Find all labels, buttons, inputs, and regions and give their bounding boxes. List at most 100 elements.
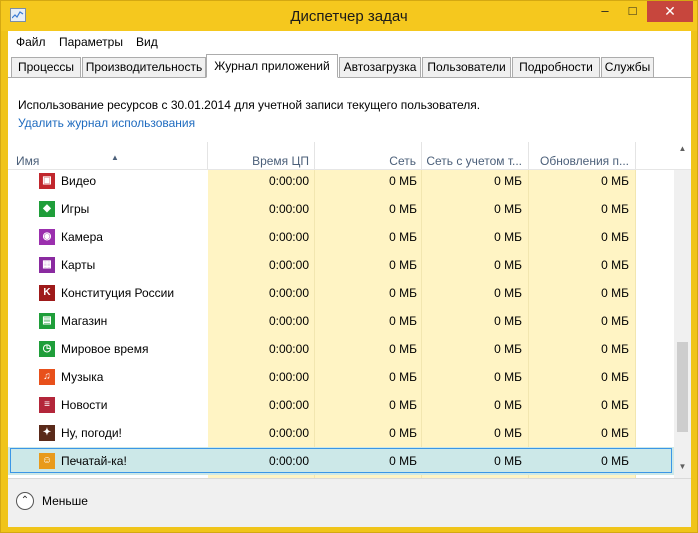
app-name: Мировое время (61, 342, 149, 356)
app-name: Видео (61, 174, 97, 188)
table-row[interactable]: ▣ Видео 0:00:00 0 МБ 0 МБ 0 МБ (8, 170, 674, 195)
tile-updates-value: 0 МБ (601, 258, 629, 272)
cpu-time-value: 0:00:00 (268, 426, 309, 440)
camera-icon: ◉ (39, 229, 55, 245)
network-value: 0 МБ (389, 426, 417, 440)
network-value: 0 МБ (389, 314, 417, 328)
vertical-scrollbar[interactable]: ▲ ▼ (674, 144, 691, 478)
network-value: 0 МБ (389, 230, 417, 244)
clock-icon: ◷ (39, 341, 55, 357)
tab-performance[interactable]: Производительность (82, 57, 206, 77)
menu-view[interactable]: Вид (136, 35, 158, 49)
app-name: Камера (61, 230, 103, 244)
table-row[interactable]: ◷ Мировое время 0:00:00 0 МБ 0 МБ 0 МБ (8, 335, 674, 363)
tab-services[interactable]: Службы (601, 57, 654, 77)
tab-app-history[interactable]: Журнал приложений (206, 54, 338, 78)
client-area: Файл Параметры Вид Процессы Производител… (8, 31, 691, 527)
tile-updates-value: 0 МБ (601, 202, 629, 216)
cpu-time-value: 0:00:00 (268, 258, 309, 272)
cpu-time-value: 0:00:00 (268, 314, 309, 328)
app-name: Ну, погоди! (61, 426, 122, 440)
column-separator[interactable] (635, 142, 636, 169)
tab-details[interactable]: Подробности (512, 57, 600, 77)
cpu-time-value: 0:00:00 (268, 454, 309, 468)
cpu-time-value: 0:00:00 (268, 342, 309, 356)
app-name: Игры (61, 202, 90, 216)
app-name: Печатай-ка! (61, 454, 127, 468)
metered-network-value: 0 МБ (494, 286, 522, 300)
column-header-metered-network[interactable]: Сеть с учетом т... (421, 142, 522, 169)
column-header-name[interactable]: ▲ Имя (16, 142, 206, 169)
table-row[interactable]: ☺ Печатай-ка! 0:00:00 0 МБ 0 МБ 0 МБ (8, 447, 674, 475)
table-row[interactable]: ✦ Ну, погоди! 0:00:00 0 МБ 0 МБ 0 МБ (8, 419, 674, 447)
network-value: 0 МБ (389, 174, 417, 188)
constitution-icon: K (39, 285, 55, 301)
app-name: Конституция России (61, 286, 175, 300)
store-icon: ▤ (39, 313, 55, 329)
column-header-name-label: Имя (16, 154, 40, 168)
network-value: 0 МБ (389, 202, 417, 216)
column-header-tile-updates[interactable]: Обновления п... (528, 142, 629, 169)
tab-users[interactable]: Пользователи (422, 57, 511, 77)
table-row[interactable]: ◆ Игры 0:00:00 0 МБ 0 МБ 0 МБ (8, 195, 674, 223)
minimize-button[interactable]: – (591, 1, 619, 22)
game-nu-pogodi-icon: ✦ (39, 425, 55, 441)
music-icon: ♫ (39, 369, 55, 385)
cpu-time-value: 0:00:00 (268, 202, 309, 216)
cpu-time-value: 0:00:00 (268, 286, 309, 300)
close-button[interactable]: ✕ (647, 1, 693, 22)
tab-processes[interactable]: Процессы (11, 57, 81, 77)
delete-usage-history-link[interactable]: Удалить журнал использования (18, 116, 195, 130)
network-value: 0 МБ (389, 258, 417, 272)
network-value: 0 МБ (389, 454, 417, 468)
fewer-details-button[interactable]: Меньше (42, 494, 88, 508)
video-icon: ▣ (39, 173, 55, 189)
network-value: 0 МБ (389, 342, 417, 356)
table-row[interactable]: ▦ Карты 0:00:00 0 МБ 0 МБ 0 МБ (8, 251, 674, 279)
table-header: ▲ Имя Время ЦП Сеть Сеть с учетом т... О… (8, 142, 691, 170)
metered-network-value: 0 МБ (494, 370, 522, 384)
metered-network-value: 0 МБ (494, 258, 522, 272)
metered-network-value: 0 МБ (494, 202, 522, 216)
metered-network-value: 0 МБ (494, 342, 522, 356)
table-row[interactable]: ▤ Магазин 0:00:00 0 МБ 0 МБ 0 МБ (8, 307, 674, 335)
tile-updates-value: 0 МБ (601, 398, 629, 412)
metered-network-value: 0 МБ (494, 174, 522, 188)
footer-bar: ⌃ Меньше (8, 478, 691, 527)
metered-network-value: 0 МБ (494, 454, 522, 468)
games-icon: ◆ (39, 201, 55, 217)
menu-parameters[interactable]: Параметры (59, 35, 123, 49)
app-name: Новости (61, 398, 108, 412)
app-name: Магазин (61, 314, 108, 328)
fewer-details-icon[interactable]: ⌃ (16, 492, 34, 510)
metered-network-value: 0 МБ (494, 230, 522, 244)
cpu-time-value: 0:00:00 (268, 398, 309, 412)
tile-updates-value: 0 МБ (601, 314, 629, 328)
table-row[interactable]: ♫ Музыка 0:00:00 0 МБ 0 МБ 0 МБ (8, 363, 674, 391)
app-history-table: ▲ Имя Время ЦП Сеть Сеть с учетом т... О… (8, 142, 691, 478)
app-name: Музыка (61, 370, 104, 384)
typing-app-icon: ☺ (39, 453, 55, 469)
tile-updates-value: 0 МБ (601, 370, 629, 384)
cpu-time-value: 0:00:00 (268, 230, 309, 244)
tab-startup[interactable]: Автозагрузка (339, 57, 421, 77)
scroll-up-arrow-icon[interactable]: ▲ (674, 144, 691, 158)
scrollbar-thumb[interactable] (677, 342, 688, 432)
table-row[interactable]: ≡ Новости 0:00:00 0 МБ 0 МБ 0 МБ (8, 391, 674, 419)
app-history-panel: Использование ресурсов с 30.01.2014 для … (8, 78, 691, 478)
menu-file[interactable]: Файл (16, 35, 46, 49)
maps-icon: ▦ (39, 257, 55, 273)
table-row[interactable]: ◉ Камера 0:00:00 0 МБ 0 МБ 0 МБ (8, 223, 674, 251)
tile-updates-value: 0 МБ (601, 342, 629, 356)
column-header-cpu-time[interactable]: Время ЦП (208, 142, 309, 169)
task-manager-window: Диспетчер задач – □ ✕ Файл Параметры Вид… (0, 0, 698, 533)
tile-updates-value: 0 МБ (601, 174, 629, 188)
table-row[interactable]: K Конституция России 0:00:00 0 МБ 0 МБ 0 МБ (8, 279, 674, 307)
title-bar[interactable]: Диспетчер задач – □ ✕ (1, 1, 697, 31)
column-header-network[interactable]: Сеть (315, 142, 416, 169)
maximize-button[interactable]: □ (619, 1, 646, 22)
tile-updates-value: 0 МБ (601, 286, 629, 300)
network-value: 0 МБ (389, 286, 417, 300)
network-value: 0 МБ (389, 370, 417, 384)
scroll-down-arrow-icon[interactable]: ▼ (674, 462, 691, 476)
